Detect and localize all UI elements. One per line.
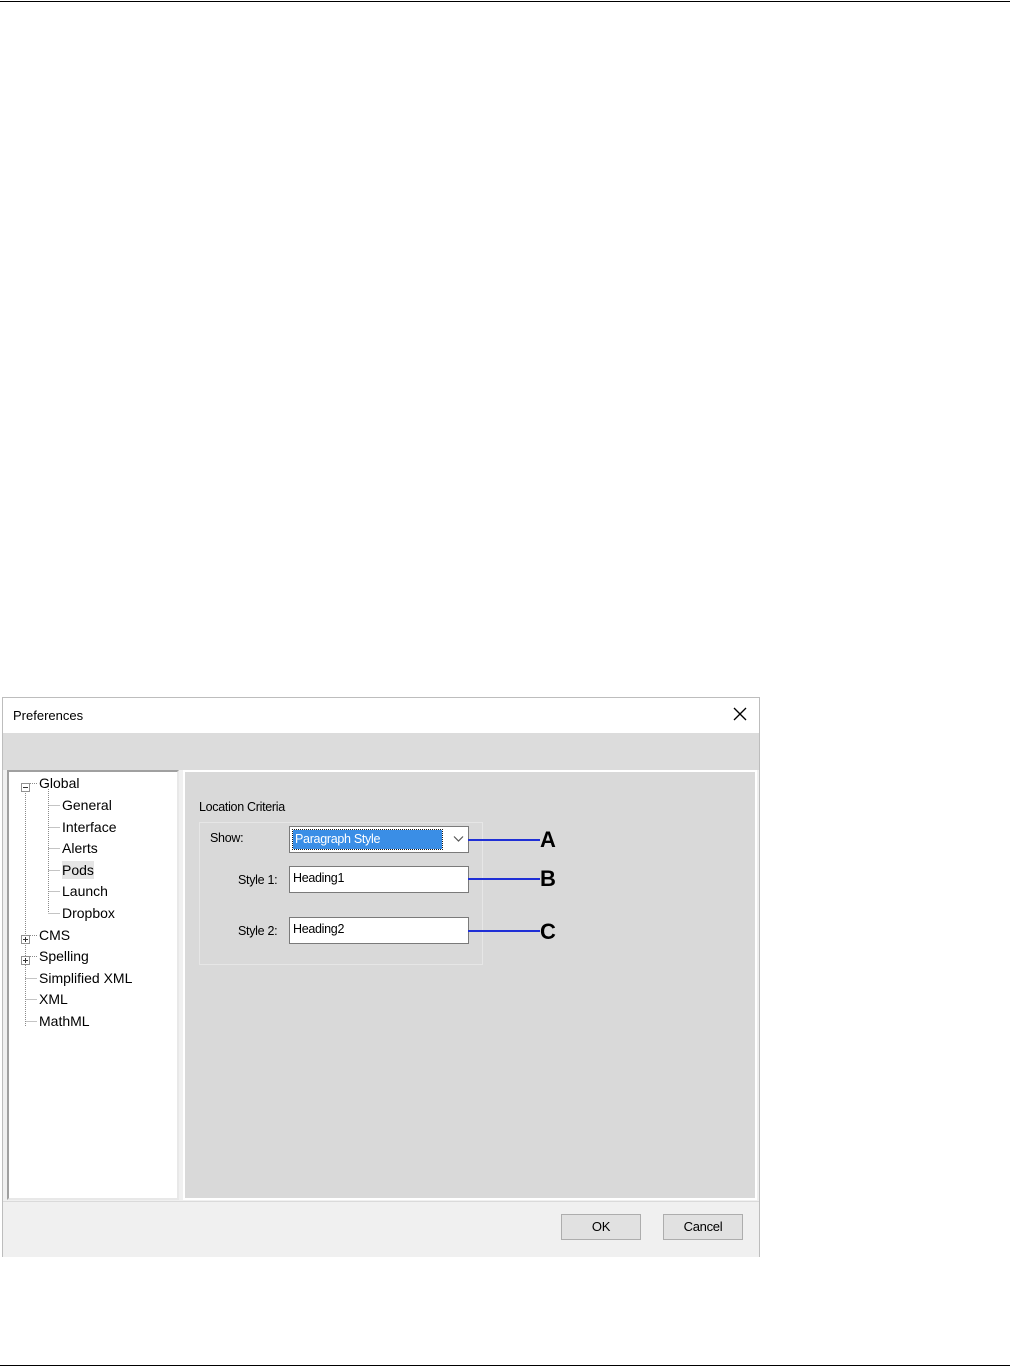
tree-item-alerts[interactable]: Alerts bbox=[62, 839, 98, 857]
tree-item-launch[interactable]: Launch bbox=[62, 882, 108, 900]
tree-item-spelling[interactable]: Spelling bbox=[39, 947, 89, 965]
tree-item-general[interactable]: General bbox=[62, 796, 112, 814]
callout-label-c: C bbox=[540, 919, 556, 944]
expand-spelling-icon[interactable] bbox=[21, 952, 30, 965]
cancel-button[interactable]: Cancel bbox=[663, 1214, 743, 1240]
callout-label-a: A bbox=[540, 827, 556, 852]
tree-item-cms[interactable]: CMS bbox=[39, 926, 70, 944]
tree-item-pods[interactable]: Pods bbox=[62, 861, 94, 879]
tree-item-global[interactable]: Global bbox=[39, 774, 79, 792]
title-bar: Preferences bbox=[3, 698, 759, 733]
show-dropdown-value: Paragraph Style bbox=[292, 829, 443, 850]
dialog-button-bar bbox=[3, 1201, 759, 1257]
show-dropdown[interactable]: Paragraph Style bbox=[289, 826, 469, 853]
tree-item-mathml[interactable]: MathML bbox=[39, 1012, 90, 1030]
dialog-header-band bbox=[3, 733, 759, 770]
style1-input[interactable]: Heading1 bbox=[289, 866, 469, 893]
preferences-dialog: Preferences Global General Interface Ale… bbox=[2, 697, 760, 1257]
expand-cms-icon[interactable] bbox=[21, 931, 30, 944]
callout-line-c bbox=[468, 930, 540, 932]
style1-label: Style 1: bbox=[238, 873, 278, 887]
tree-item-dropbox[interactable]: Dropbox bbox=[62, 904, 115, 922]
collapse-global-icon[interactable] bbox=[21, 779, 30, 792]
dialog-title: Preferences bbox=[13, 708, 84, 723]
callout-line-b bbox=[468, 878, 540, 880]
tree-item-xml[interactable]: XML bbox=[39, 990, 68, 1008]
close-icon bbox=[733, 707, 747, 721]
tree-item-simplified-xml[interactable]: Simplified XML bbox=[39, 969, 132, 987]
page-top-rule bbox=[0, 1, 1010, 2]
show-label: Show: bbox=[210, 831, 244, 845]
category-tree[interactable]: Global General Interface Alerts Pods Lau… bbox=[7, 770, 179, 1200]
style2-input[interactable]: Heading2 bbox=[289, 917, 469, 944]
close-button[interactable] bbox=[727, 704, 753, 726]
location-criteria-heading: Location Criteria bbox=[199, 800, 285, 814]
ok-button[interactable]: OK bbox=[561, 1214, 641, 1240]
tree-item-interface[interactable]: Interface bbox=[62, 818, 116, 836]
chevron-down-icon[interactable] bbox=[453, 835, 464, 843]
callout-line-a bbox=[468, 839, 540, 841]
page-bottom-rule bbox=[0, 1365, 1010, 1366]
callout-label-b: B bbox=[540, 866, 556, 891]
style2-label: Style 2: bbox=[238, 924, 278, 938]
pods-settings-panel: Location Criteria Show: Paragraph Style … bbox=[183, 770, 757, 1200]
